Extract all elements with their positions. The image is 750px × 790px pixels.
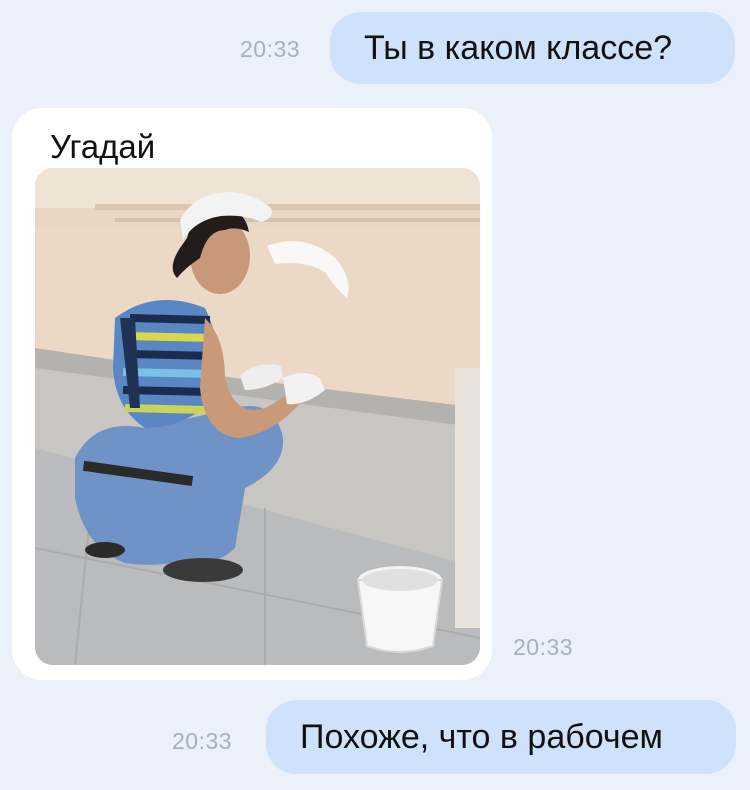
- message-text: Похоже, что в рабочем: [300, 718, 663, 756]
- outgoing-message-bubble[interactable]: Ты в каком классе?: [330, 12, 735, 84]
- message-timestamp: 20:33: [172, 728, 233, 754]
- message-text: Ты в каком классе?: [364, 29, 673, 67]
- photo-attachment[interactable]: [35, 168, 480, 665]
- outgoing-message-bubble[interactable]: Похоже, что в рабочем: [266, 700, 736, 774]
- worker-photo-image: [35, 168, 480, 665]
- message-text: Угадай: [50, 128, 156, 165]
- message-timestamp: 20:33: [513, 634, 574, 660]
- message-timestamp: 20:33: [240, 36, 301, 62]
